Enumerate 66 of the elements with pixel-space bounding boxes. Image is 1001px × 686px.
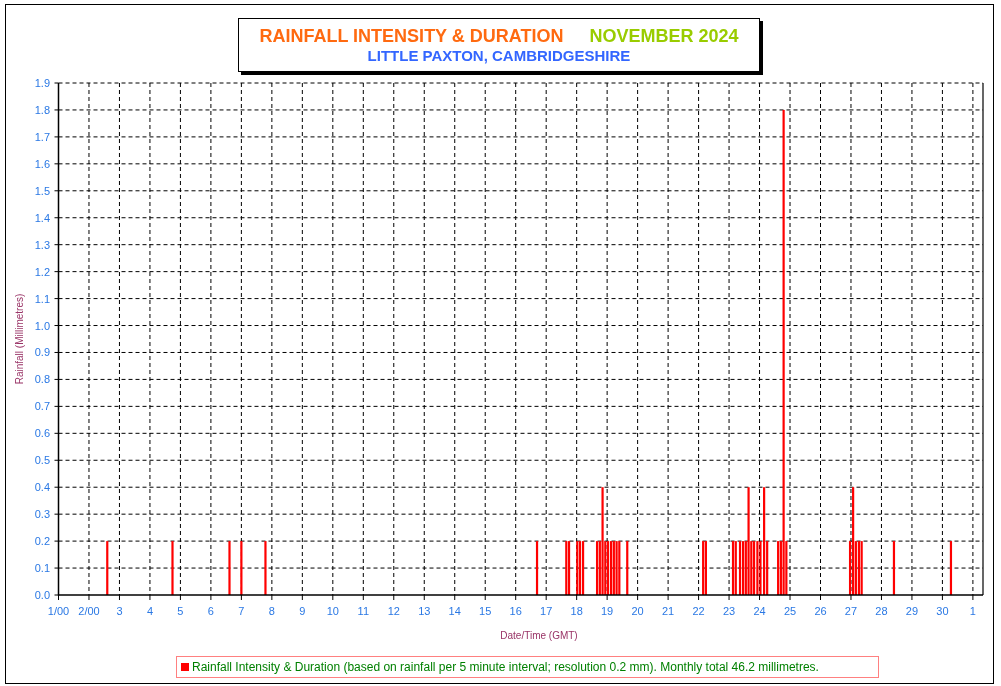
y-tick-label: 1.2 bbox=[34, 265, 50, 278]
bar bbox=[264, 541, 267, 595]
x-tick-label: 19 bbox=[601, 605, 614, 617]
x-tick-label: 2/00 bbox=[78, 605, 100, 617]
y-tick-label: 1.3 bbox=[34, 238, 50, 251]
bar bbox=[626, 541, 629, 595]
bar bbox=[171, 541, 174, 595]
y-axis-title: Rainfall (Millimetres) bbox=[14, 293, 25, 385]
x-tick-label: 1 bbox=[969, 605, 976, 617]
y-tick-label: 0.5 bbox=[34, 454, 50, 467]
y-tick-label: 0.8 bbox=[34, 373, 50, 386]
x-tick-label: 20 bbox=[631, 605, 644, 617]
x-tick-label: 26 bbox=[814, 605, 827, 617]
x-tick-label: 28 bbox=[875, 605, 888, 617]
x-tick-label: 12 bbox=[387, 605, 400, 617]
chart-period: NOVEMBER 2024 bbox=[589, 25, 739, 47]
x-tick-label: 21 bbox=[661, 605, 675, 617]
bar bbox=[240, 541, 243, 595]
x-tick-label: 15 bbox=[479, 605, 492, 617]
x-tick-label: 13 bbox=[418, 605, 431, 617]
y-tick-label: 1.5 bbox=[34, 184, 50, 197]
x-tick-label: 18 bbox=[570, 605, 583, 617]
x-tick-label: 3 bbox=[116, 605, 123, 617]
y-tick-label: 0.6 bbox=[34, 427, 50, 440]
x-tick-label: 17 bbox=[540, 605, 553, 617]
x-axis-title: Date/Time (GMT) bbox=[500, 630, 578, 641]
bar bbox=[949, 541, 953, 595]
y-tick-label: 0.7 bbox=[34, 400, 50, 413]
x-tick-label: 24 bbox=[753, 605, 766, 617]
x-tick-label: 25 bbox=[783, 605, 797, 617]
x-tick-label: 1/00 bbox=[47, 605, 70, 617]
y-tick-label: 0.9 bbox=[34, 346, 50, 359]
y-tick-label: 0.4 bbox=[34, 481, 50, 494]
bar bbox=[892, 541, 896, 595]
x-tick-label: 16 bbox=[509, 605, 522, 617]
x-tick-label: 11 bbox=[357, 605, 369, 617]
x-tick-label: 5 bbox=[177, 605, 184, 617]
y-tick-label: 1.6 bbox=[34, 157, 50, 170]
y-tick-label: 1.1 bbox=[34, 292, 50, 305]
y-tick-label: 1.9 bbox=[34, 77, 50, 89]
y-tick-label: 1.4 bbox=[34, 211, 50, 224]
chart-subtitle: LITTLE PAXTON, CAMBRIDGESHIRE bbox=[367, 47, 631, 65]
x-tick-label: 8 bbox=[268, 605, 275, 617]
y-tick-label: 1.7 bbox=[34, 130, 50, 143]
x-tick-label: 22 bbox=[692, 605, 705, 617]
x-tick-label: 7 bbox=[238, 605, 245, 617]
legend-text: Rainfall Intensity & Duration (based on rainfall per 5 minute interval; resolution 0.2 mm). Monthly total 46.2 millimetres. bbox=[192, 659, 819, 676]
x-tick-label: 9 bbox=[299, 605, 306, 617]
x-tick-label: 29 bbox=[905, 605, 919, 617]
x-tick-label: 10 bbox=[326, 605, 339, 617]
y-tick-label: 0.2 bbox=[34, 535, 50, 548]
x-tick-label: 27 bbox=[844, 605, 858, 617]
bar bbox=[535, 541, 539, 595]
y-tick-label: 0.0 bbox=[34, 589, 50, 601]
x-tick-label: 30 bbox=[936, 605, 949, 617]
y-tick-label: 1.0 bbox=[34, 319, 50, 332]
x-tick-label: 4 bbox=[146, 605, 153, 617]
y-tick-label: 0.3 bbox=[34, 508, 50, 521]
bar bbox=[228, 541, 231, 595]
x-tick-label: 6 bbox=[207, 605, 214, 617]
chart-title: RAINFALL INTENSITY & DURATION bbox=[259, 25, 564, 47]
y-tick-label: 1.8 bbox=[34, 103, 50, 116]
x-tick-label: 14 bbox=[448, 605, 461, 617]
y-tick-label: 0.1 bbox=[34, 562, 50, 575]
bar bbox=[106, 541, 109, 595]
x-tick-label: 23 bbox=[722, 605, 736, 617]
